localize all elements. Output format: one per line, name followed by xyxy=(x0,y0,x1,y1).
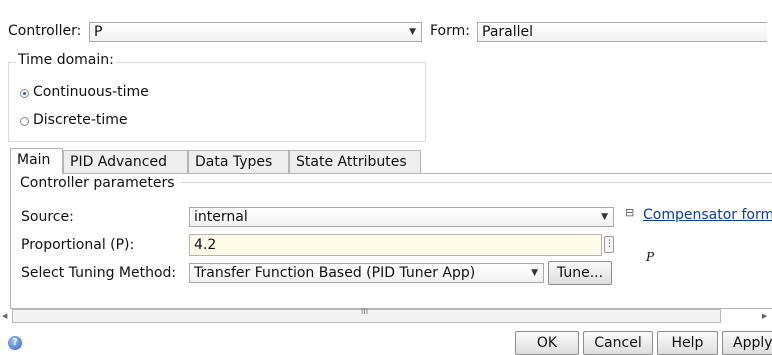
source-label: Source: xyxy=(21,209,74,225)
arrow-left-icon[interactable]: ◀ xyxy=(2,312,7,320)
proportional-label: Proportional (P): xyxy=(21,237,135,253)
section-divider xyxy=(181,182,772,183)
time-domain-group xyxy=(8,62,426,142)
time-domain-title: Time domain: xyxy=(16,52,116,68)
form-dropdown[interactable]: Parallel xyxy=(477,22,767,42)
controller-label: Controller: xyxy=(8,23,82,39)
source-value: internal xyxy=(194,209,248,225)
apply-button[interactable]: Apply xyxy=(722,331,772,355)
arrow-right-icon[interactable]: ▶ xyxy=(762,312,767,320)
collapse-icon[interactable]: ⊟ xyxy=(625,206,634,219)
controller-parameters-title: Controller parameters xyxy=(20,175,175,191)
tab-state-attributes[interactable]: State Attributes xyxy=(289,150,421,174)
form-value: Parallel xyxy=(482,24,534,40)
tuning-method-value: Transfer Function Based (PID Tuner App) xyxy=(194,265,476,281)
chevron-down-icon: ▼ xyxy=(531,268,538,278)
chevron-down-icon: ▼ xyxy=(601,212,608,222)
discrete-time-radio[interactable] xyxy=(20,117,29,126)
discrete-time-label[interactable]: Discrete-time xyxy=(33,112,128,128)
ok-button[interactable]: OK xyxy=(515,331,579,355)
help-button[interactable]: Help xyxy=(657,331,718,355)
proportional-value: 4.2 xyxy=(194,237,217,253)
tune-button[interactable]: Tune... xyxy=(548,261,612,285)
compensator-formula: P xyxy=(646,250,655,264)
controller-value: P xyxy=(94,24,103,40)
tab-main[interactable]: Main xyxy=(10,148,63,174)
tab-data-types[interactable]: Data Types xyxy=(188,150,289,174)
compensator-form-link[interactable]: Compensator form xyxy=(643,207,772,223)
chevron-down-icon: ▼ xyxy=(409,27,416,37)
controller-dropdown[interactable]: P ▼ xyxy=(89,22,422,42)
more-options-icon[interactable]: ⋮ xyxy=(604,236,614,253)
tab-pid-advanced[interactable]: PID Advanced xyxy=(63,150,188,174)
continuous-time-label[interactable]: Continuous-time xyxy=(33,84,149,100)
tuning-method-label: Select Tuning Method: xyxy=(21,265,177,281)
continuous-time-radio[interactable] xyxy=(20,89,29,98)
window-top-band xyxy=(0,0,772,14)
scroll-grip: III xyxy=(361,307,369,316)
source-dropdown[interactable]: internal ▼ xyxy=(189,207,614,227)
tuning-method-dropdown[interactable]: Transfer Function Based (PID Tuner App) … xyxy=(189,263,544,283)
horizontal-scrollbar[interactable]: III xyxy=(12,307,721,323)
proportional-input[interactable]: 4.2 xyxy=(189,234,602,256)
cancel-button[interactable]: Cancel xyxy=(583,331,653,355)
form-label: Form: xyxy=(430,23,470,39)
help-icon[interactable]: ? xyxy=(8,336,22,350)
